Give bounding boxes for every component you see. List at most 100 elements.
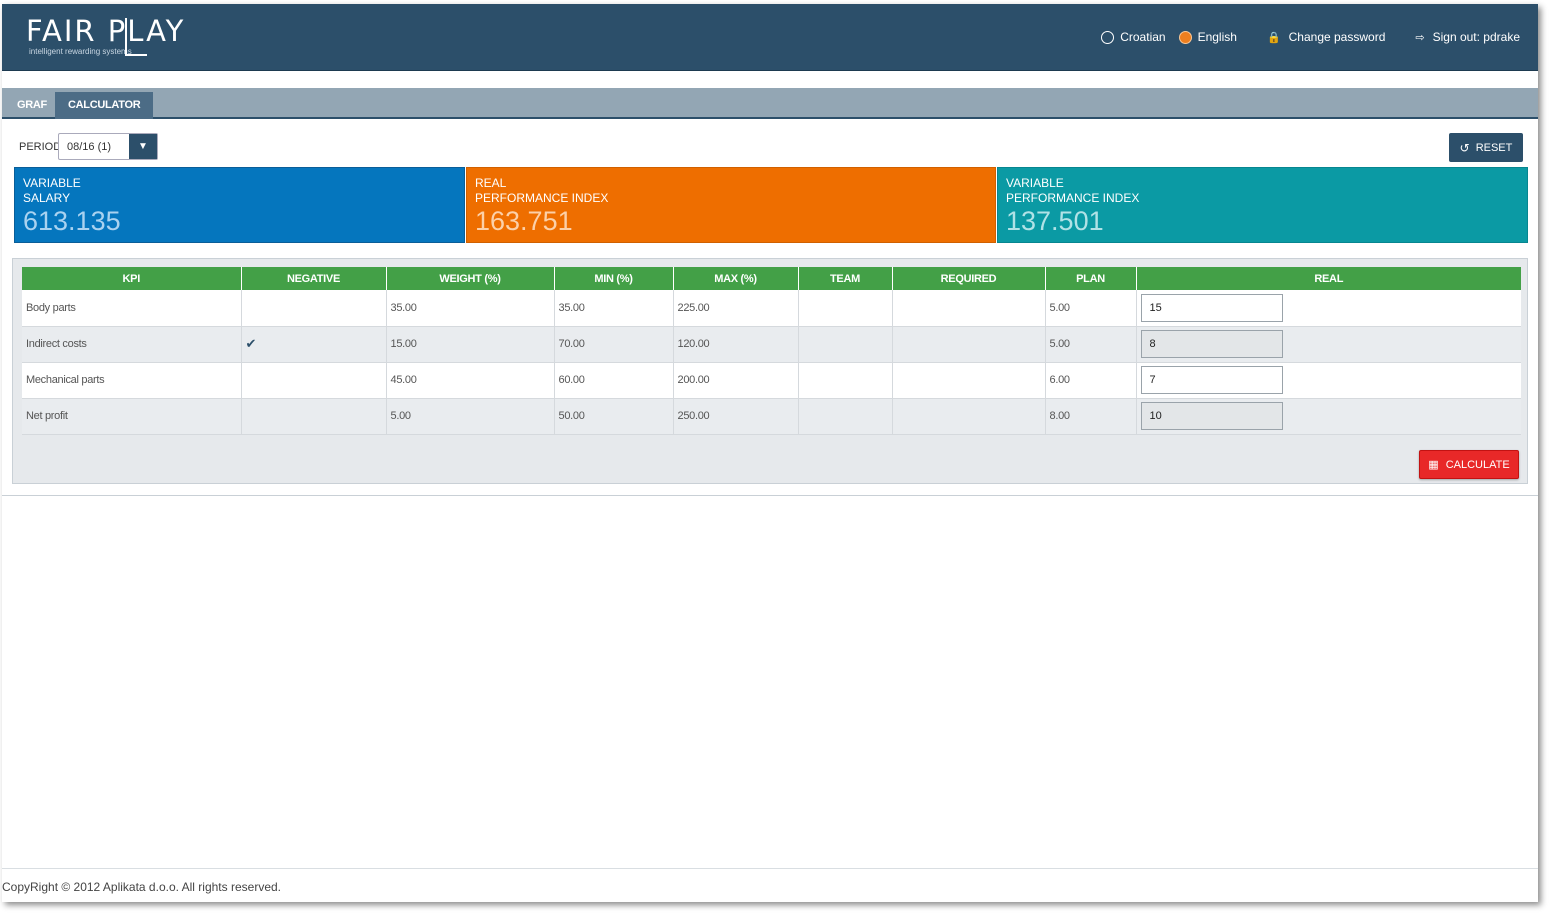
real-input[interactable] — [1140, 402, 1283, 430]
cell-kpi: Mechanical parts — [22, 362, 242, 399]
logo-bar — [125, 18, 127, 56]
language-english[interactable]: English — [1178, 30, 1237, 44]
calculate-label: CALCULATE — [1445, 458, 1510, 471]
cell-plan: 8.00 — [1045, 398, 1137, 435]
logo-bar-base — [125, 54, 147, 56]
chevron-down-icon[interactable]: ▼ — [129, 134, 157, 159]
cell-team — [798, 326, 893, 363]
change-password-link[interactable]: 🔒 Change password — [1267, 30, 1385, 44]
reset-button[interactable]: ↺ RESET — [1449, 133, 1523, 162]
cell-min: 35.00 — [554, 290, 674, 327]
cell-team — [798, 398, 893, 435]
table-row: Mechanical parts 45.00 60.00 200.00 6.00 — [22, 362, 1521, 399]
col-kpi[interactable]: KPI — [22, 267, 242, 290]
tab-bar: GRAF CALCULATOR — [2, 88, 1538, 119]
cell-max: 225.00 — [673, 290, 799, 327]
cell-real — [1136, 326, 1521, 363]
cell-min: 70.00 — [554, 326, 674, 363]
table-row: Net profit 5.00 50.00 250.00 8.00 — [22, 398, 1521, 435]
kpi-table: KPI NEGATIVE WEIGHT (%) MIN (%) MAX (%) … — [22, 267, 1521, 435]
cell-kpi: Body parts — [22, 290, 242, 327]
cell-weight: 35.00 — [386, 290, 555, 327]
reset-label: RESET — [1475, 141, 1513, 154]
language-label: Croatian — [1120, 30, 1166, 44]
kpi-table-wrap: KPI NEGATIVE WEIGHT (%) MIN (%) MAX (%) … — [22, 267, 1521, 435]
sign-out-label: Sign out: pdrake — [1432, 30, 1520, 44]
card-label-line1: VARIABLE — [23, 176, 81, 190]
cell-required — [892, 362, 1046, 399]
sign-out-icon: ⇨ — [1415, 31, 1425, 44]
header-actions: Croatian English 🔒 Change password ⇨ Sig… — [1088, 30, 1520, 44]
period-value: 08/16 (1) — [67, 141, 112, 153]
card-label-line2: SALARY — [23, 191, 71, 205]
app-window: FAIR PLAY intelligent rewarding systems … — [2, 4, 1538, 902]
tab-graf[interactable]: GRAF — [4, 92, 60, 119]
cell-required — [892, 398, 1046, 435]
cell-plan: 5.00 — [1045, 290, 1137, 327]
col-real[interactable]: REAL — [1136, 267, 1521, 290]
cell-max: 250.00 — [673, 398, 799, 435]
header-bar: FAIR PLAY intelligent rewarding systems … — [2, 4, 1538, 71]
change-password-label: Change password — [1288, 30, 1386, 44]
radio-english[interactable] — [1178, 30, 1192, 44]
tab-calculator[interactable]: CALCULATOR — [55, 92, 154, 119]
cell-negative — [241, 398, 387, 435]
cell-kpi: Indirect costs — [22, 326, 242, 363]
lock-icon: 🔒 — [1266, 31, 1281, 44]
table-row: Indirect costs ✔ 15.00 70.00 120.00 5.00 — [22, 326, 1521, 363]
table-row: Body parts 35.00 35.00 225.00 5.00 — [22, 290, 1521, 327]
calculate-button[interactable]: ▦ CALCULATE — [1419, 450, 1519, 479]
divider — [2, 495, 1538, 496]
card-real-performance-index: REAL PERFORMANCE INDEX 163.751 — [466, 167, 996, 243]
cell-min: 50.00 — [554, 398, 674, 435]
col-max[interactable]: MAX (%) — [673, 267, 799, 290]
col-required[interactable]: REQUIRED — [892, 267, 1046, 290]
cell-real — [1136, 398, 1521, 435]
cell-weight: 15.00 — [386, 326, 555, 363]
cell-max: 120.00 — [673, 326, 799, 363]
cell-real — [1136, 290, 1521, 327]
cell-required — [892, 290, 1046, 327]
calculator-icon: ▦ — [1428, 459, 1439, 471]
real-input[interactable] — [1140, 293, 1283, 322]
cell-real — [1136, 362, 1521, 399]
card-variable-salary: VARIABLE SALARY 613.135 — [14, 167, 465, 243]
real-input[interactable] — [1140, 366, 1283, 394]
card-value: 163.751 — [475, 206, 573, 236]
cell-min: 60.00 — [554, 362, 674, 399]
logo: FAIR PLAY intelligent rewarding systems — [26, 14, 186, 56]
language-label: English — [1197, 30, 1237, 44]
col-team[interactable]: TEAM — [798, 267, 893, 290]
card-label-line2: PERFORMANCE INDEX — [1006, 191, 1140, 205]
card-label-line2: PERFORMANCE INDEX — [475, 191, 609, 205]
cell-kpi: Net profit — [22, 398, 242, 435]
col-plan[interactable]: PLAN — [1045, 267, 1137, 290]
cell-max: 200.00 — [673, 362, 799, 399]
cell-negative: ✔ — [241, 326, 387, 363]
undo-icon: ↺ — [1459, 140, 1470, 155]
radio-croatian[interactable] — [1101, 30, 1115, 44]
cell-negative — [241, 290, 387, 327]
col-weight[interactable]: WEIGHT (%) — [386, 267, 555, 290]
real-input[interactable] — [1140, 330, 1283, 358]
checkmark-icon: ✔ — [245, 336, 257, 351]
table-header-row: KPI NEGATIVE WEIGHT (%) MIN (%) MAX (%) … — [22, 267, 1521, 290]
cell-team — [798, 290, 893, 327]
footer-copyright: CopyRight © 2012 Aplikata d.o.o. All rig… — [2, 880, 281, 894]
card-label-line1: VARIABLE — [1006, 176, 1064, 190]
cell-team — [798, 362, 893, 399]
cell-required — [892, 326, 1046, 363]
cell-plan: 5.00 — [1045, 326, 1137, 363]
sign-out-link[interactable]: ⇨ Sign out: pdrake — [1415, 30, 1520, 44]
cell-plan: 6.00 — [1045, 362, 1137, 399]
card-value: 137.501 — [1006, 206, 1104, 236]
col-negative[interactable]: NEGATIVE — [241, 267, 387, 290]
card-value: 613.135 — [23, 206, 121, 236]
card-variable-performance-index: VARIABLE PERFORMANCE INDEX 137.501 — [997, 167, 1528, 243]
cell-negative — [241, 362, 387, 399]
kpi-panel: KPI NEGATIVE WEIGHT (%) MIN (%) MAX (%) … — [12, 258, 1528, 484]
logo-text: FAIR PLAY — [26, 14, 186, 48]
language-croatian[interactable]: Croatian — [1101, 30, 1166, 44]
col-min[interactable]: MIN (%) — [554, 267, 674, 290]
period-select[interactable]: 08/16 (1) ▼ — [58, 133, 158, 160]
